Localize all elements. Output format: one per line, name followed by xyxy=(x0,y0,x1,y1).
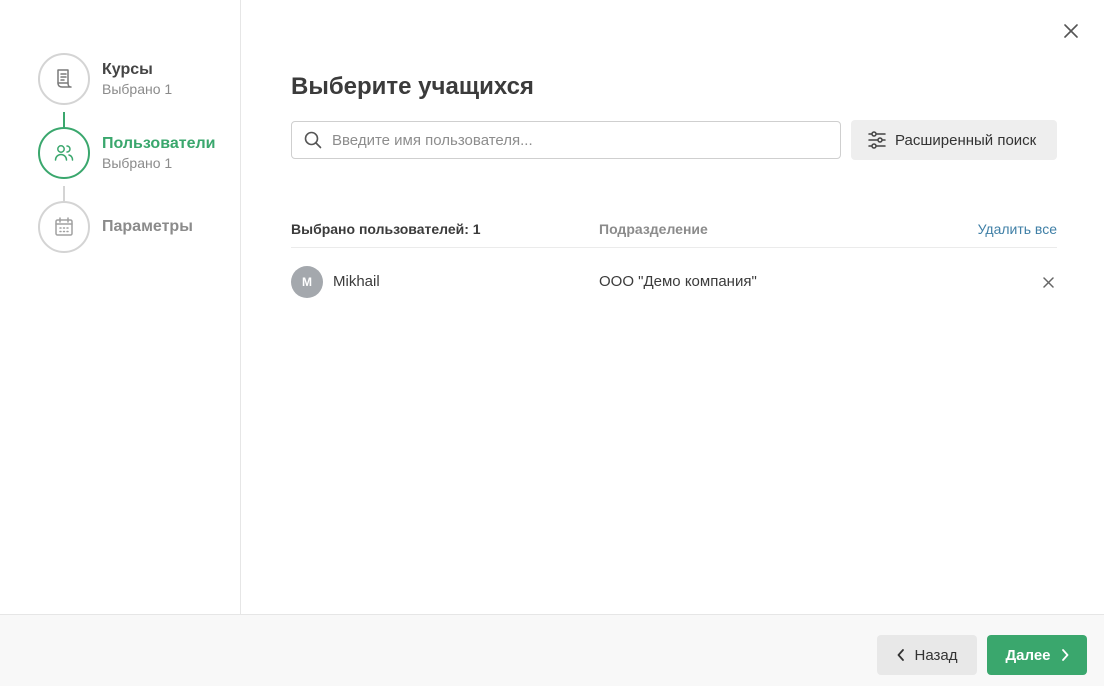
footer: Назад Далее xyxy=(0,614,1104,686)
close-icon xyxy=(1064,24,1078,38)
wizard-sidebar: Курсы Выбрано 1 Пользователи Выбрано 1 П… xyxy=(0,0,241,614)
table-row: M Mikhail ООО "Демо компания" xyxy=(291,264,1057,300)
selected-count: Выбрано пользователей: 1 xyxy=(291,221,481,237)
users-icon xyxy=(54,145,74,161)
step-parameters-title: Параметры xyxy=(102,218,193,235)
user-department: ООО "Демо компания" xyxy=(599,273,757,290)
department-header: Подразделение xyxy=(599,221,708,237)
step-parameters[interactable]: Параметры xyxy=(38,201,193,253)
remove-user-button[interactable] xyxy=(1041,275,1055,289)
step-parameters-circle xyxy=(38,201,90,253)
chevron-right-icon xyxy=(1061,649,1068,661)
close-icon xyxy=(1042,276,1054,288)
advanced-search-button[interactable]: Расширенный поиск xyxy=(851,120,1057,160)
step-users[interactable]: Пользователи Выбрано 1 xyxy=(38,127,215,179)
step-courses-subtitle: Выбрано 1 xyxy=(102,81,173,97)
step-users-subtitle: Выбрано 1 xyxy=(102,155,173,171)
step-users-title: Пользователи xyxy=(102,135,216,152)
back-button-label: Назад xyxy=(914,646,958,664)
next-button-label: Далее xyxy=(1005,646,1051,664)
remove-all-link[interactable]: Удалить все xyxy=(978,221,1057,237)
next-button[interactable]: Далее xyxy=(987,635,1087,675)
sliders-icon xyxy=(868,131,886,149)
search-input[interactable] xyxy=(332,131,812,149)
page-title: Выберите учащихся xyxy=(291,73,534,100)
back-button[interactable]: Назад xyxy=(877,635,977,675)
close-button[interactable] xyxy=(1060,20,1082,42)
avatar: M xyxy=(291,266,323,298)
search-box[interactable] xyxy=(291,121,841,159)
step-users-circle xyxy=(38,127,90,179)
step-courses[interactable]: Курсы Выбрано 1 xyxy=(38,53,172,105)
step-courses-title: Курсы xyxy=(102,61,153,78)
step-courses-circle xyxy=(38,53,90,105)
user-name: Mikhail xyxy=(333,273,380,290)
search-icon xyxy=(304,131,322,149)
chevron-left-icon xyxy=(897,649,904,661)
calendar-icon xyxy=(55,217,73,236)
document-icon xyxy=(57,69,72,88)
advanced-search-label: Расширенный поиск xyxy=(895,131,1037,149)
table-header: Выбрано пользователей: 1 Подразделение У… xyxy=(291,218,1057,248)
